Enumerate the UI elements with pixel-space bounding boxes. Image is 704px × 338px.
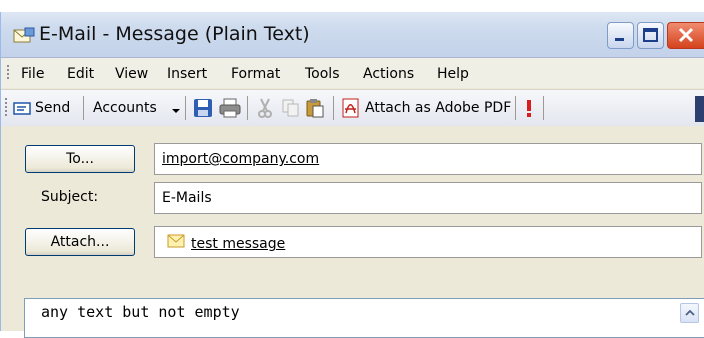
menu-format[interactable]: Format: [231, 66, 280, 82]
menu-actions[interactable]: Actions: [363, 66, 414, 82]
toolbar-separator: [543, 96, 544, 120]
toolbar-overflow-chevron-icon[interactable]: [695, 96, 704, 122]
subject-value[interactable]: E-Mails: [162, 190, 212, 206]
paste-icon[interactable]: [305, 98, 325, 118]
accounts-button[interactable]: Accounts: [93, 100, 157, 116]
menu-tools[interactable]: Tools: [305, 66, 340, 82]
maximize-button[interactable]: [637, 22, 664, 49]
menu-bar: File Edit View Insert Format Tools Actio…: [1, 58, 704, 88]
window-title: E-Mail - Message (Plain Text): [39, 23, 310, 45]
send-button[interactable]: Send: [35, 100, 70, 116]
minimize-button[interactable]: [607, 22, 634, 49]
to-recipient[interactable]: import@company.com: [162, 151, 319, 167]
copy-icon[interactable]: [281, 98, 301, 118]
message-body-text[interactable]: any text but not empty: [41, 303, 240, 321]
cut-icon[interactable]: [256, 98, 276, 118]
close-button[interactable]: [667, 22, 704, 49]
to-button[interactable]: To...: [25, 145, 135, 173]
toolbar-separator: [333, 96, 334, 120]
menu-insert[interactable]: Insert: [167, 66, 207, 82]
menu-help[interactable]: Help: [437, 66, 469, 82]
menu-file[interactable]: File: [21, 66, 44, 82]
menu-view[interactable]: View: [115, 66, 148, 82]
save-icon[interactable]: [193, 98, 213, 118]
attach-field[interactable]: test message: [154, 226, 702, 258]
adobe-pdf-icon[interactable]: [341, 98, 361, 118]
message-header-form: To... import@company.com Subject: E-Mail…: [1, 126, 704, 338]
to-field[interactable]: import@company.com: [154, 143, 702, 175]
message-window: E-Mail - Message (Plain Text) File Edit …: [0, 12, 704, 338]
toolbar-separator: [515, 96, 516, 120]
subject-label: Subject:: [41, 189, 99, 205]
toolbar-separator: [83, 96, 84, 120]
scroll-up-icon[interactable]: [680, 303, 699, 323]
title-bar[interactable]: E-Mail - Message (Plain Text): [1, 12, 704, 58]
toolbar-separator: [185, 96, 186, 120]
subject-field[interactable]: E-Mails: [154, 182, 702, 214]
envelope-icon: [167, 234, 185, 252]
message-body[interactable]: any text but not empty: [24, 298, 704, 338]
message-icon: [13, 27, 35, 44]
standard-toolbar: Send Accounts Attach as Adobe PDF: [1, 89, 704, 127]
send-icon[interactable]: [13, 101, 33, 121]
chevron-down-icon[interactable]: [171, 104, 181, 113]
toolbar-grip-icon[interactable]: [5, 98, 8, 118]
print-icon[interactable]: [219, 98, 241, 118]
attachment-item[interactable]: test message: [191, 236, 285, 252]
toolbar-separator: [247, 96, 248, 120]
menu-edit[interactable]: Edit: [67, 66, 94, 82]
menu-grip-icon[interactable]: [7, 65, 10, 81]
attach-as-adobe-pdf-button[interactable]: Attach as Adobe PDF: [365, 100, 511, 116]
attach-button[interactable]: Attach...: [25, 228, 135, 256]
importance-high-icon[interactable]: [523, 98, 535, 118]
